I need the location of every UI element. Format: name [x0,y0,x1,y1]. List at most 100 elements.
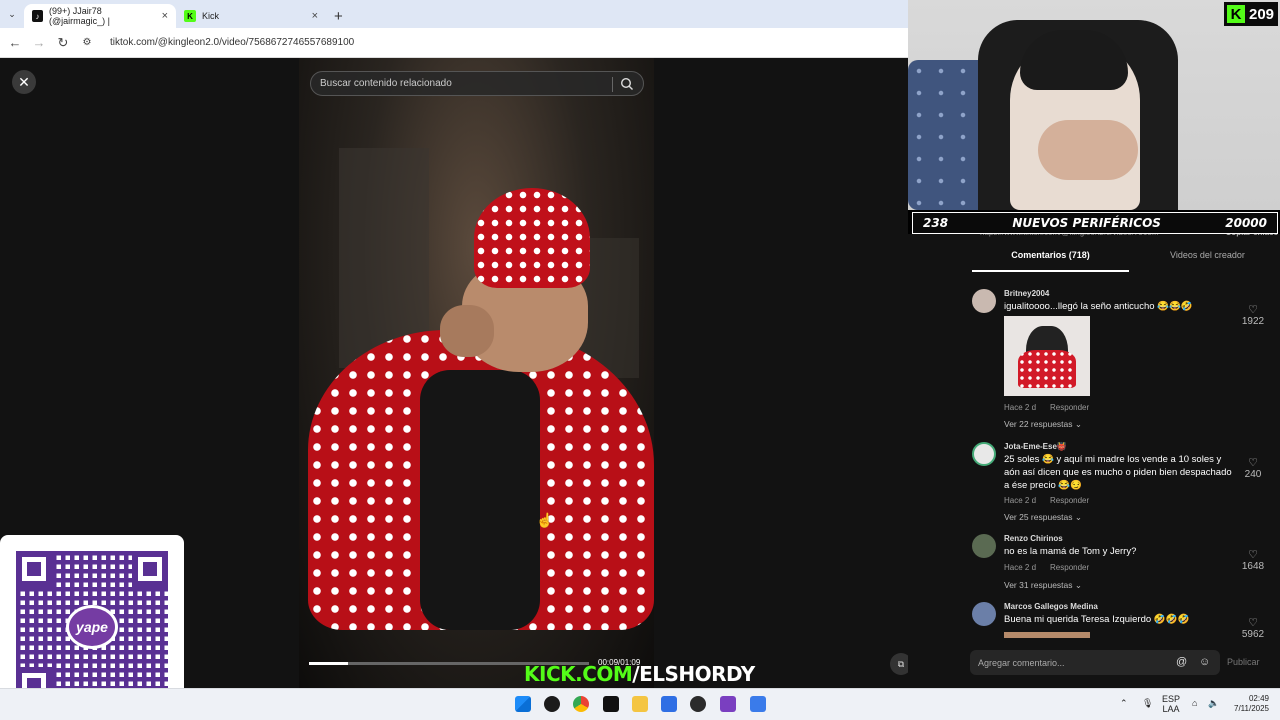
tab-title: Kick [202,11,220,21]
avatar[interactable] [972,602,996,626]
clock-time: 02:49 [1248,694,1269,703]
avatar[interactable] [972,289,996,313]
heart-icon: ♡ [1248,549,1258,561]
reload-icon[interactable]: ↻ [56,35,70,51]
comment-meta: Hace 2 d Responder [1004,403,1103,412]
comment-username[interactable]: Renzo Chirinos [1004,534,1063,543]
comment-username[interactable]: Marcos Gallegos Medina [1004,602,1098,611]
site-settings-icon[interactable]: ⚙ [80,37,94,48]
app-icon[interactable] [661,696,677,712]
comment-text: Buena mi querida Teresa Izquierdo 🤣🤣🤣 [1004,614,1190,625]
like-button[interactable]: ♡ 5962 [1240,616,1266,638]
close-tab-icon[interactable]: × [162,10,168,22]
close-tab-icon[interactable]: × [312,10,318,22]
webcam-hands [1038,120,1138,180]
search-input[interactable]: Buscar contenido relacionado [310,71,644,96]
speaker-icon[interactable]: 🔈 [1208,698,1219,708]
view-replies-label: Ver 25 respuestas [1004,512,1073,522]
reply-button[interactable]: Responder [1050,496,1089,505]
view-replies-button[interactable]: Ver 31 respuestas ⌄ [1004,580,1082,591]
like-button[interactable]: ♡ 240 [1240,456,1266,480]
new-tab-button[interactable]: + [326,4,351,28]
view-replies-button[interactable]: Ver 25 respuestas ⌄ [1004,512,1082,523]
app-icon[interactable] [544,696,560,712]
webcam-hair [1020,30,1128,90]
donation-goal-bar: 238 NUEVOS PERIFÉRICOS 20000 [912,212,1278,234]
comment-time: Hace 2 d [1004,496,1037,505]
comment-text: no es la mamá de Tom y Jerry? [1004,546,1137,557]
like-button[interactable]: ♡ 1922 [1240,303,1266,327]
tiktok-app-icon[interactable] [603,696,619,712]
video-progress-fill [309,662,349,665]
avatar[interactable] [972,534,996,558]
file-explorer-icon[interactable] [632,696,648,712]
comment-item: Marcos Gallegos Medina Buena mi querida … [972,602,1272,638]
tab-title: (99+) JJair78 (@jairmagic_) | [49,6,110,26]
app-icon[interactable] [690,696,706,712]
comment-image[interactable] [1004,632,1090,638]
url-field[interactable]: tiktok.com/@kingleon2.0/video/7568672746… [110,37,354,48]
avatar[interactable] [972,442,996,466]
network-icon[interactable]: ⌂ [1192,698,1197,708]
comment-time: Hace 2 d [1004,403,1037,412]
tab-kick[interactable]: K Kick × [176,4,326,28]
tab-search-icon[interactable]: ⌄ [4,6,20,22]
app-icon[interactable] [750,696,766,712]
comment-text: 25 soles 😂 y aquí mi madre los vende a 1… [1004,454,1232,491]
like-count: 1648 [1241,561,1265,572]
view-replies-button[interactable]: Ver 22 respuestas ⌄ [1004,419,1082,430]
kick-logo-icon: K [1227,5,1245,23]
mouse-cursor-icon: ☝ [536,512,554,528]
back-arrow-icon[interactable]: ← [8,35,22,50]
search-icon[interactable] [620,77,634,91]
comment-item: Britney2004 igualitoooo...llegó la seño … [972,289,1272,439]
tab-bar: ⌄ ♪ (99+) JJair78 (@jairmagic_) | × K Ki… [0,0,908,28]
yape-logo: yape [66,605,118,649]
comment-meta: Hace 2 d Responder [1004,563,1103,572]
taskbar-clock[interactable]: 02:49 7/11/2025 [1227,694,1269,714]
close-icon[interactable]: ✕ [12,70,36,94]
tab-comments[interactable]: Comentarios (718) [972,250,1129,272]
video-hand [440,305,494,357]
like-count: 5962 [1241,629,1265,638]
video-shirt [420,370,540,630]
kick-viewer-badge: K 209 [1224,2,1278,26]
webcam-overlay [908,0,1280,210]
windows-start-icon[interactable] [515,696,531,712]
emoji-icon[interactable]: ☺ [1199,656,1210,668]
lang-bottom: LAA [1162,704,1180,714]
comment-input[interactable]: Agregar comentario... @ ☺ [970,650,1220,675]
comment-username[interactable]: Britney2004 [1004,289,1049,298]
tiktok-favicon-icon: ♪ [32,10,43,22]
comment-text: igualitoooo...llegó la seño anticucho 😂😂… [1004,301,1193,312]
kick-channel-overlay: KICK.COM/ELSHORDY [524,662,755,686]
video-headscarf [474,188,590,288]
chevron-up-icon[interactable]: ⌃ [1120,698,1128,708]
dress-picture [1018,350,1076,388]
divider [612,77,613,92]
comment-time: Hace 2 d [1004,563,1037,572]
goal-title: NUEVOS PERIFÉRICOS [1012,216,1161,230]
reply-button[interactable]: Responder [1050,563,1089,572]
comment-placeholder: Agregar comentario... [978,657,1065,668]
reply-button[interactable]: Responder [1050,403,1089,412]
tab-creator-videos[interactable]: Videos del creador [1129,250,1280,272]
view-replies-label: Ver 22 respuestas [1004,419,1073,429]
like-count: 1922 [1241,316,1265,327]
mention-icon[interactable]: @ [1176,656,1187,668]
qr-finder [132,551,168,587]
comment-item: Jota-Eme-Ese👹 25 soles 😂 y aquí mi madre… [972,442,1272,526]
like-button[interactable]: ♡ 1648 [1240,548,1266,572]
microphone-icon[interactable]: 🎙 [1142,698,1153,708]
clock-date: 7/11/2025 [1234,704,1269,713]
forward-arrow-icon[interactable]: → [32,35,46,50]
comment-username[interactable]: Jota-Eme-Ese👹 [1004,442,1067,451]
heart-icon: ♡ [1248,457,1258,469]
comment-image[interactable] [1004,316,1090,396]
publish-button[interactable]: Publicar [1227,657,1260,667]
comments-tabs: Comentarios (718) Videos del creador [972,250,1280,272]
app-icon[interactable] [720,696,736,712]
chrome-icon[interactable] [573,696,589,712]
tab-tiktok[interactable]: ♪ (99+) JJair78 (@jairmagic_) | × [24,4,176,28]
language-indicator[interactable]: ESP LAA [1162,694,1180,714]
